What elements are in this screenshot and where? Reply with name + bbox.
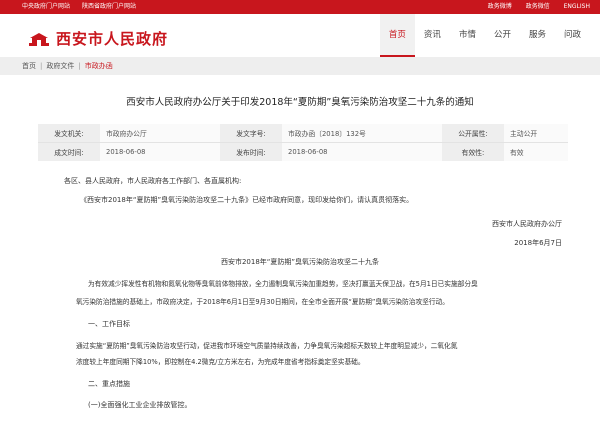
crumb-current[interactable]: 市政办函 bbox=[85, 62, 113, 70]
attachment-title: 西安市2018年“夏防期”臭氧污染防治攻坚二十九条 bbox=[220, 258, 380, 266]
link-weixin[interactable]: 政务微信 bbox=[526, 3, 550, 10]
link-english[interactable]: ENGLISH bbox=[564, 3, 590, 10]
signature: 西安市人民政府办公厅 bbox=[492, 220, 562, 228]
greeting: 各区、县人民政府，市人民政府各工作部门、各直属机构: bbox=[64, 177, 242, 185]
meta-label-publish-date: 发布时间: bbox=[220, 142, 282, 161]
site-logo[interactable]: 西安市人民政府 bbox=[28, 28, 168, 49]
paragraph-line: 通过实施“夏防期”臭氧污染防治攻坚行动，促进我市环境空气质量持续改善，力争臭氧污… bbox=[76, 342, 458, 350]
nav-home[interactable]: 首页 bbox=[379, 14, 415, 57]
crumb-separator: | bbox=[40, 62, 43, 70]
link-central-gov[interactable]: 中央政府门户网站 bbox=[22, 3, 70, 10]
paragraph-line: 浓度较上年度同期下降10%，即控制在4.2微克/立方米左右，为完成年度省考指标奠… bbox=[76, 358, 365, 366]
nav-city-info[interactable]: 市情 bbox=[450, 14, 485, 57]
main-nav: 首页 资讯 市情 公开 服务 问政 bbox=[379, 14, 590, 57]
city-gate-icon bbox=[29, 32, 49, 46]
meta-label-issuer: 发文机关: bbox=[38, 124, 100, 143]
nav-inquiry[interactable]: 问政 bbox=[555, 14, 590, 57]
meta-value-doc-number: 市政办函〔2018〕132号 bbox=[282, 124, 442, 143]
meta-row: 发文机关: 市政府办公厅 发文字号: 市政办函〔2018〕132号 公开属性: … bbox=[38, 124, 568, 143]
meta-value-disclosure: 主动公开 bbox=[504, 124, 568, 143]
logo-text: 西安市人民政府 bbox=[56, 30, 169, 48]
document-meta-table: 发文机关: 市政府办公厅 发文字号: 市政办函〔2018〕132号 公开属性: … bbox=[38, 124, 568, 161]
top-bar: 中央政府门户网站 陕西省政府门户网站 政务微博 政务微信 ENGLISH bbox=[0, 0, 600, 14]
link-weibo[interactable]: 政务微博 bbox=[488, 3, 512, 10]
issue-date: 2018年6月7日 bbox=[514, 239, 562, 247]
link-shaanxi-gov[interactable]: 陕西省政府门户网站 bbox=[82, 3, 136, 10]
meta-value-publish-date: 2018-06-08 bbox=[282, 142, 442, 161]
crumb-home[interactable]: 首页 bbox=[22, 62, 36, 70]
section-heading-measures: 二、重点措施 bbox=[88, 380, 130, 388]
breadcrumb: 首页 | 政府文件 | 市政办函 bbox=[0, 57, 600, 75]
meta-label-written-date: 成文时间: bbox=[38, 142, 100, 161]
meta-row: 成文时间: 2018-06-08 发布时间: 2018-06-08 有效性: 有… bbox=[38, 142, 568, 161]
meta-label-disclosure: 公开属性: bbox=[442, 124, 504, 143]
nav-service[interactable]: 服务 bbox=[520, 14, 555, 57]
meta-label-validity: 有效性: bbox=[442, 142, 504, 161]
meta-value-validity: 有效 bbox=[504, 142, 568, 161]
crumb-gov-files[interactable]: 政府文件 bbox=[46, 62, 74, 70]
site-header: 西安市人民政府 首页 资讯 市情 公开 服务 问政 bbox=[0, 14, 600, 57]
paragraph-line: 为有效减少挥发性有机物和氮氧化物等臭氧前体物排放，全力遏制臭氧污染加重趋势，坚决… bbox=[88, 280, 478, 288]
subsection-heading: (一)全面强化工业企业排放管控。 bbox=[88, 401, 192, 409]
intro-paragraph: 《西安市2018年“夏防期”臭氧污染防治攻坚二十九条》已经市政府同意，现印发给你… bbox=[80, 196, 414, 204]
section-heading-goals: 一、工作目标 bbox=[88, 320, 130, 328]
crumb-separator: | bbox=[78, 62, 81, 70]
meta-value-written-date: 2018-06-08 bbox=[100, 142, 220, 161]
paragraph-line: 氧污染防治措施的基础上，市政府决定，于2018年6月1日至9月30日期间，在全市… bbox=[76, 298, 449, 306]
meta-label-doc-number: 发文字号: bbox=[220, 124, 282, 143]
nav-news[interactable]: 资讯 bbox=[415, 14, 450, 57]
meta-value-issuer: 市政府办公厅 bbox=[100, 124, 220, 143]
article-title: 西安市人民政府办公厅关于印发2018年“夏防期”臭氧污染防治攻坚二十九条的通知 bbox=[126, 97, 474, 108]
nav-public[interactable]: 公开 bbox=[485, 14, 520, 57]
